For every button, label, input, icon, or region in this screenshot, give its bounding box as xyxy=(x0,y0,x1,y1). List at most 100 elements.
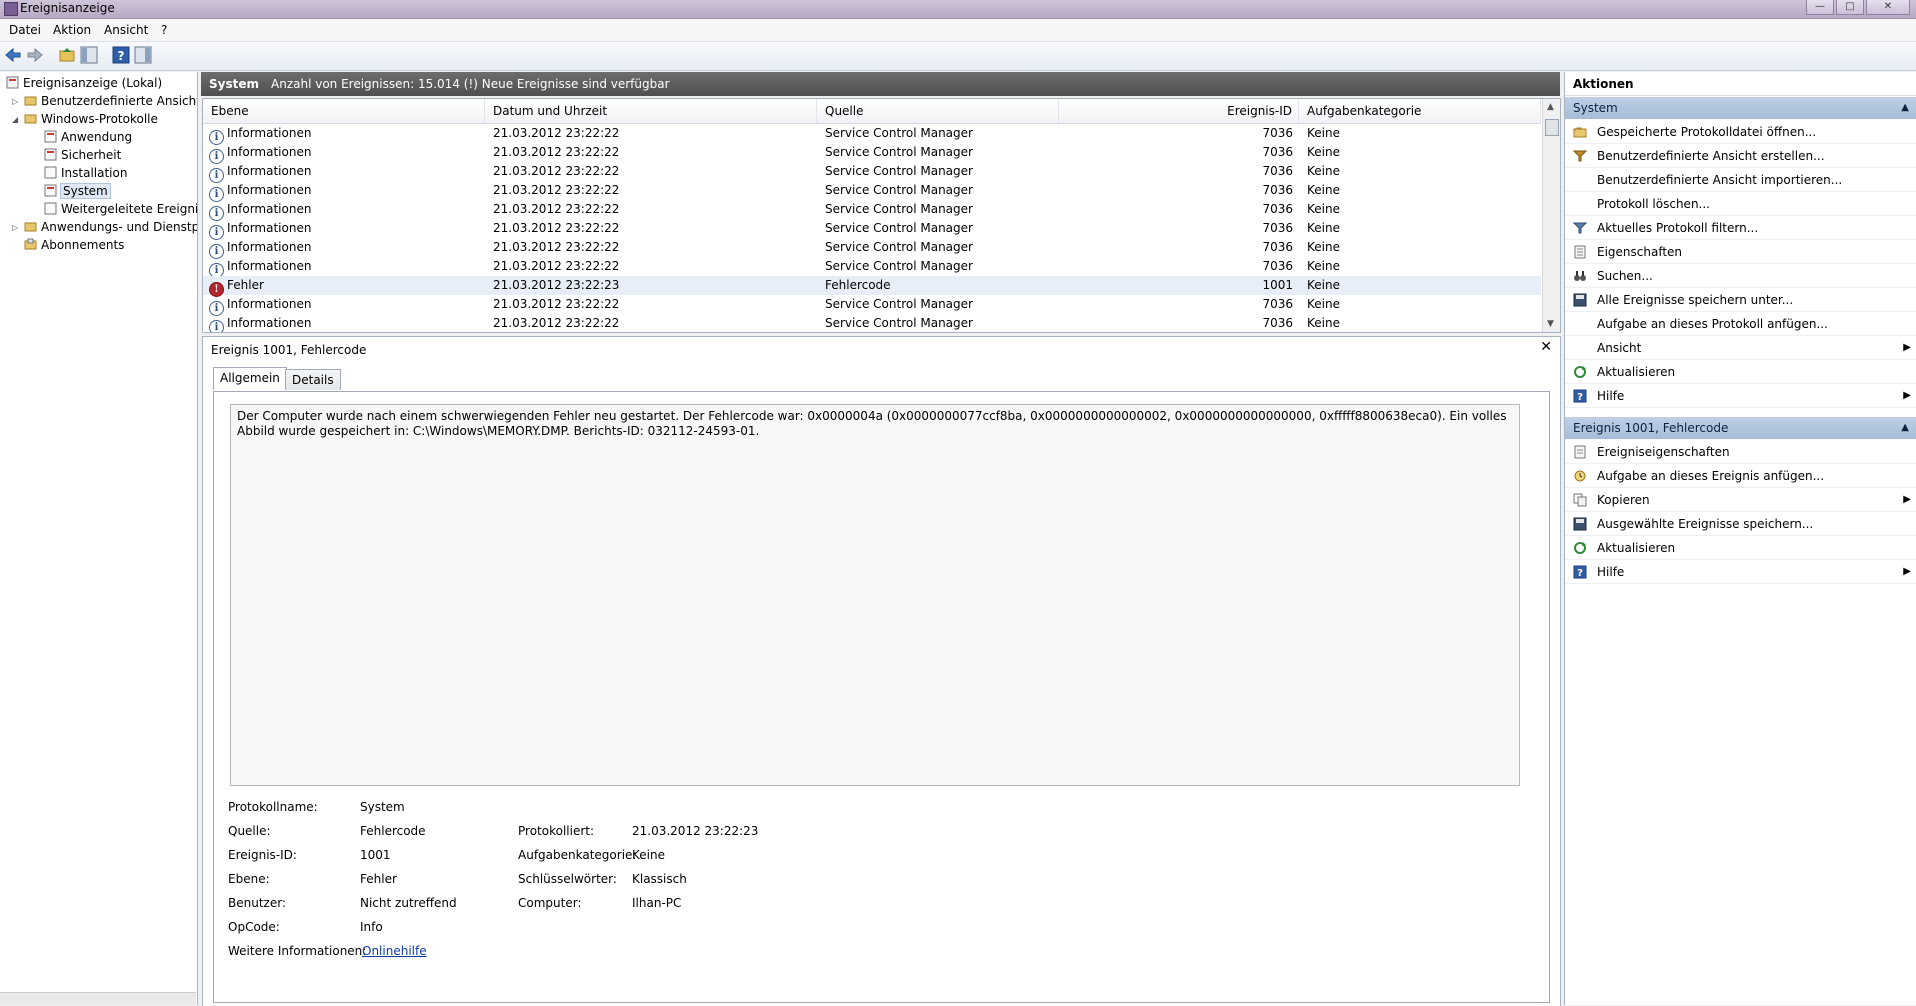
tree-item-system[interactable]: System xyxy=(44,182,111,200)
subscriptions-icon xyxy=(24,238,37,250)
action-system-11[interactable]: ? Hilfe ▶ xyxy=(1565,384,1916,408)
scroll-up-icon[interactable]: ▲ xyxy=(1547,102,1554,112)
menu-help[interactable]: ? xyxy=(161,23,167,37)
log-icon xyxy=(44,202,57,215)
action-system-9[interactable]: Ansicht ▶ xyxy=(1565,336,1916,360)
tree-item-custom-views[interactable]: Benutzerdefinierte Ansichten xyxy=(24,92,197,110)
table-row[interactable]: ! Fehler 21.03.2012 23:22:23 Fehlercode 1001… xyxy=(203,276,1541,297)
action-system-4[interactable]: Aktuelles Protokoll filtern... xyxy=(1565,216,1916,240)
maximize-button[interactable]: □ xyxy=(1836,0,1864,15)
table-row[interactable]: i Informationen 21.03.2012 23:22:22 Service… xyxy=(203,219,1541,240)
refresh-icon xyxy=(1574,542,1586,554)
cell-level: i Informationen xyxy=(209,162,311,183)
cell-source: Service Control Manager xyxy=(825,221,973,235)
tree-item-installation[interactable]: Installation xyxy=(44,164,127,182)
menu-datei[interactable]: Datei xyxy=(9,23,41,37)
cell-category: Keine xyxy=(1307,297,1340,311)
cell-category: Keine xyxy=(1307,202,1340,216)
table-row[interactable]: i Informationen 21.03.2012 23:22:22 Service… xyxy=(203,295,1541,316)
table-row[interactable]: i Informationen 21.03.2012 23:22:22 Service… xyxy=(203,124,1541,145)
actions-section-system[interactable]: System ▲ xyxy=(1565,97,1916,119)
tab-allgemein[interactable]: Allgemein xyxy=(213,367,287,390)
cell-category: Keine xyxy=(1307,259,1340,273)
collapse-arrow-icon[interactable]: ◢ xyxy=(12,115,18,124)
tree-item-sicherheit[interactable]: Sicherheit xyxy=(44,146,121,164)
column-header-datum[interactable]: Datum und Uhrzeit xyxy=(485,99,817,123)
action-event-4[interactable]: Aktualisieren xyxy=(1565,536,1916,560)
show-hide-tree-icon[interactable] xyxy=(80,46,98,64)
cell-level: i Informationen xyxy=(209,238,311,259)
minimize-button[interactable]: — xyxy=(1806,0,1834,15)
action-event-2[interactable]: Kopieren ▶ xyxy=(1565,488,1916,512)
tree-item-anwendung[interactable]: Anwendung xyxy=(44,128,132,146)
tree-item-root[interactable]: Ereignisanzeige (Lokal) xyxy=(6,74,162,92)
online-help-link[interactable]: Onlinehilfe xyxy=(362,944,427,958)
cell-datetime: 21.03.2012 23:22:22 xyxy=(493,145,620,159)
table-row[interactable]: i Informationen 21.03.2012 23:22:22 Service… xyxy=(203,257,1541,278)
tab-details[interactable]: Details xyxy=(285,369,341,390)
cell-event-id: 7036 xyxy=(1262,297,1293,311)
close-button[interactable]: ✕ xyxy=(1866,0,1910,15)
scroll-thumb[interactable] xyxy=(1545,119,1559,136)
info-icon: i xyxy=(209,320,224,332)
action-system-5[interactable]: Eigenschaften xyxy=(1565,240,1916,264)
value-schluesselwoerter: Klassisch xyxy=(632,872,687,886)
table-row[interactable]: i Informationen 21.03.2012 23:22:22 Service… xyxy=(203,143,1541,164)
table-row[interactable]: i Informationen 21.03.2012 23:22:22 Service… xyxy=(203,162,1541,183)
action-event-0[interactable]: Ereigniseigenschaften xyxy=(1565,440,1916,464)
table-vertical-scrollbar[interactable]: ▲ ▼ xyxy=(1542,99,1560,332)
column-header-ereignis-id[interactable]: Ereignis-ID xyxy=(1059,99,1299,123)
action-system-8[interactable]: Aufgabe an dieses Protokoll anfügen... xyxy=(1565,312,1916,336)
tree-item-subscriptions[interactable]: Abonnements xyxy=(24,236,124,254)
scroll-down-icon[interactable]: ▼ xyxy=(1547,319,1554,329)
expand-arrow-icon[interactable]: ▷ xyxy=(12,223,18,232)
action-label: Gespeicherte Protokolldatei öffnen... xyxy=(1597,125,1817,139)
window-controls: — □ ✕ xyxy=(1806,0,1910,16)
action-event-1[interactable]: Aufgabe an dieses Ereignis anfügen... xyxy=(1565,464,1916,488)
cell-datetime: 21.03.2012 23:22:22 xyxy=(493,240,620,254)
table-row[interactable]: i Informationen 21.03.2012 23:22:22 Service… xyxy=(203,200,1541,221)
table-row[interactable]: i Informationen 21.03.2012 23:22:22 Service… xyxy=(203,181,1541,202)
column-header-quelle[interactable]: Quelle xyxy=(817,99,1059,123)
action-system-3[interactable]: Protokoll löschen... xyxy=(1565,192,1916,216)
folder-icon xyxy=(24,114,37,124)
action-label: Hilfe xyxy=(1597,565,1625,579)
back-icon[interactable] xyxy=(4,46,22,64)
forward-icon[interactable] xyxy=(26,46,44,64)
up-folder-icon[interactable] xyxy=(58,46,76,64)
menu-ansicht[interactable]: Ansicht xyxy=(104,23,148,37)
action-system-2[interactable]: Benutzerdefinierte Ansicht importieren..… xyxy=(1565,168,1916,192)
action-event-3[interactable]: Ausgewählte Ereignisse speichern... xyxy=(1565,512,1916,536)
cell-level: ! Fehler xyxy=(209,276,264,297)
tree-horizontal-scrollbar[interactable] xyxy=(0,992,196,1005)
close-detail-icon[interactable]: ✕ xyxy=(1540,339,1552,355)
tree-item-app-service-logs[interactable]: Anwendungs- und Dienstprotokolle xyxy=(24,218,197,236)
column-header-aufgabenkategorie[interactable]: Aufgabenkategorie xyxy=(1299,99,1541,123)
cell-event-id: 7036 xyxy=(1262,183,1293,197)
show-hide-actions-icon[interactable] xyxy=(134,46,152,64)
action-system-7[interactable]: Alle Ereignisse speichern unter... xyxy=(1565,288,1916,312)
column-header-ebene[interactable]: Ebene xyxy=(203,99,485,123)
cell-datetime: 21.03.2012 23:22:22 xyxy=(493,316,620,330)
help-icon[interactable]: ? xyxy=(112,46,130,64)
actions-section-event[interactable]: Ereignis 1001, Fehlercode ▲ xyxy=(1565,417,1916,439)
help-icon: ? xyxy=(1573,565,1587,579)
table-row[interactable]: i Informationen 21.03.2012 23:22:22 Service… xyxy=(203,238,1541,259)
event-description[interactable]: Der Computer wurde nach einem schwerwieg… xyxy=(230,404,1520,786)
expand-arrow-icon[interactable]: ▷ xyxy=(12,97,18,106)
collapse-section-icon[interactable]: ▲ xyxy=(1901,97,1909,119)
action-system-10[interactable]: Aktualisieren xyxy=(1565,360,1916,384)
table-row[interactable]: i Informationen 21.03.2012 23:22:22 Service… xyxy=(203,314,1541,332)
log-icon xyxy=(44,148,57,161)
collapse-section-icon[interactable]: ▲ xyxy=(1901,417,1909,439)
action-system-0[interactable]: Gespeicherte Protokolldatei öffnen... xyxy=(1565,120,1916,144)
action-label: Ansicht xyxy=(1597,341,1642,355)
tree-item-forwarded[interactable]: Weitergeleitete Ereignisse xyxy=(44,200,197,218)
action-event-5[interactable]: ? Hilfe ▶ xyxy=(1565,560,1916,584)
cell-datetime: 21.03.2012 23:22:22 xyxy=(493,202,620,216)
action-system-6[interactable]: Suchen... xyxy=(1565,264,1916,288)
cell-source: Service Control Manager xyxy=(825,164,973,178)
tree-item-windows-logs[interactable]: Windows-Protokolle xyxy=(24,110,158,128)
action-system-1[interactable]: Benutzerdefinierte Ansicht erstellen... xyxy=(1565,144,1916,168)
menu-aktion[interactable]: Aktion xyxy=(53,23,91,37)
